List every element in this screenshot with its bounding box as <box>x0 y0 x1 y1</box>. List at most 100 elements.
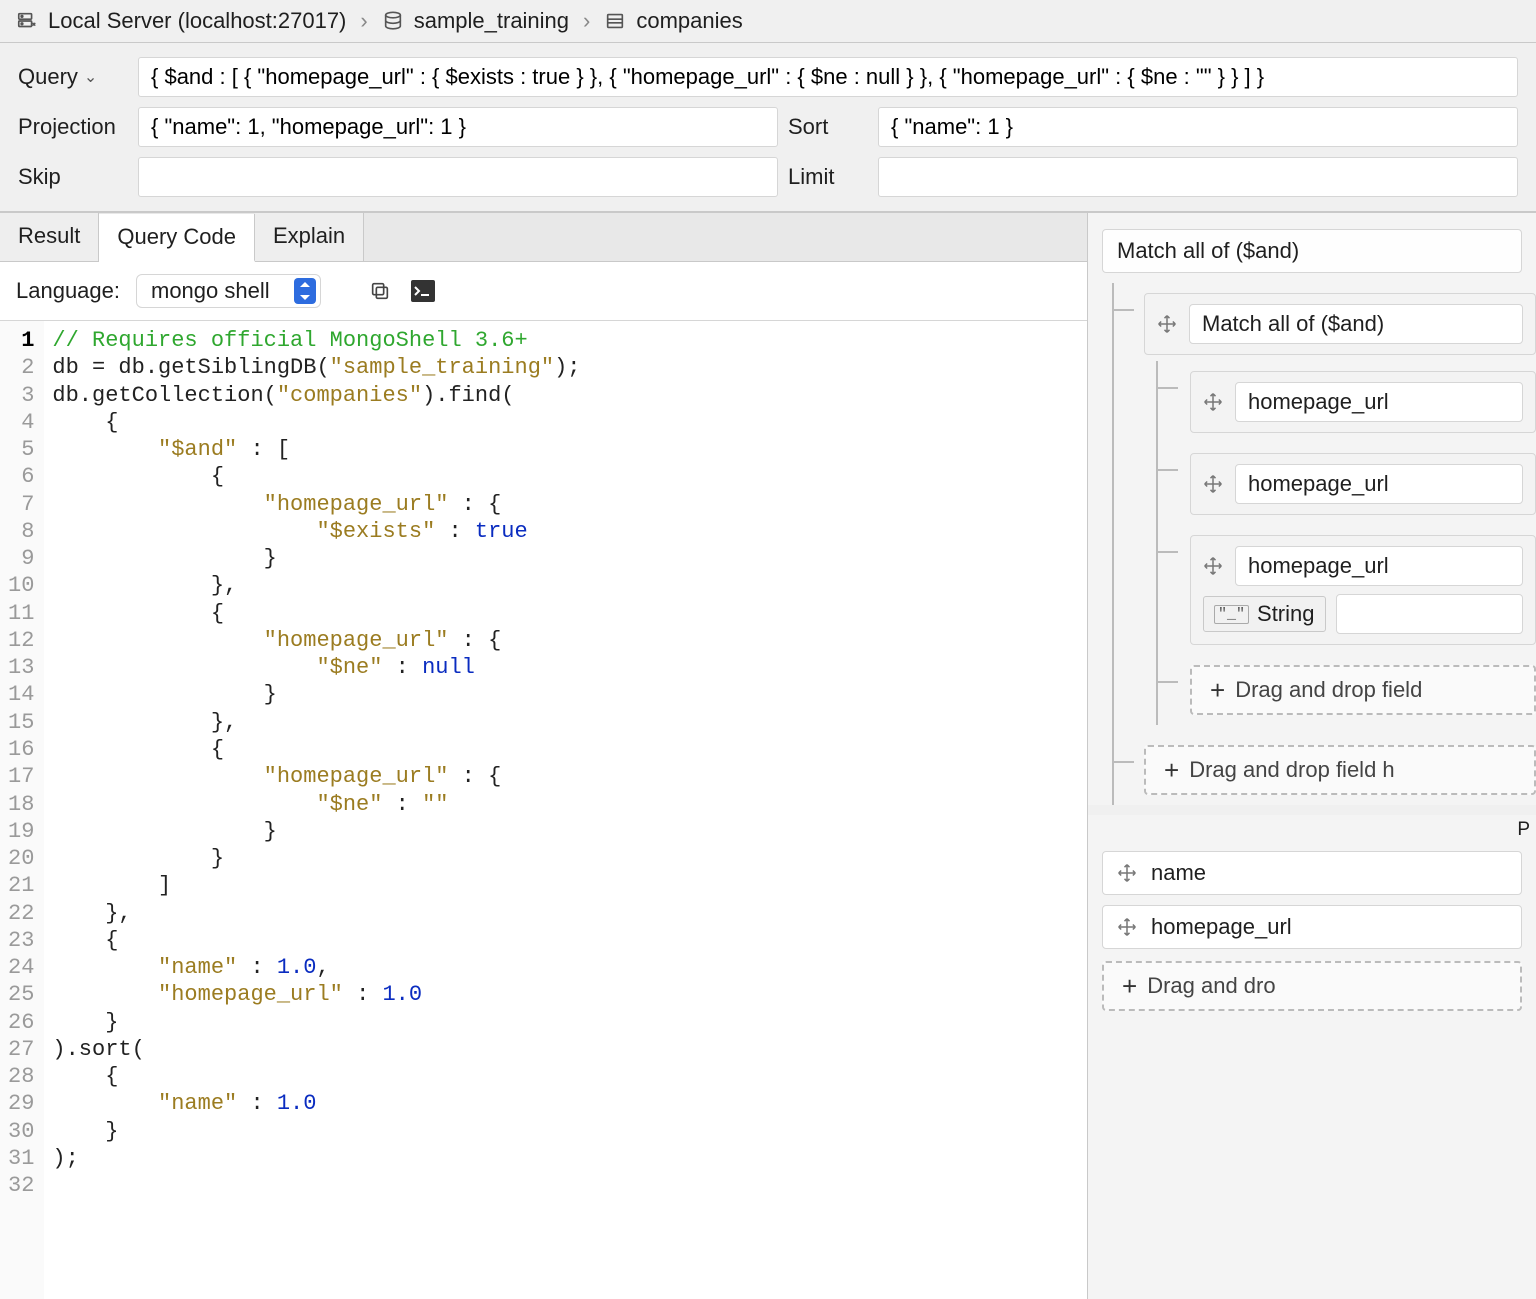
code-line[interactable]: } <box>52 681 580 708</box>
field-name[interactable]: homepage_url <box>1235 464 1523 504</box>
gutter-line: 28 <box>8 1063 34 1090</box>
language-select[interactable]: mongo shell <box>136 274 321 308</box>
language-label: Language: <box>16 278 120 304</box>
projection-input[interactable] <box>138 107 778 147</box>
projection-field-row[interactable]: homepage_url <box>1102 905 1522 949</box>
drop-zone-inner[interactable]: + Drag and drop field <box>1190 665 1536 715</box>
code-line[interactable]: { <box>52 463 580 490</box>
breadcrumb-server[interactable]: Local Server (localhost:27017) <box>48 8 346 34</box>
code-line[interactable]: "homepage_url" : { <box>52 627 580 654</box>
code-line[interactable]: } <box>52 818 580 845</box>
string-type-icon: "_" <box>1214 605 1249 624</box>
code-line[interactable]: "$ne" : null <box>52 654 580 681</box>
code-line[interactable]: }, <box>52 709 580 736</box>
move-icon[interactable] <box>1203 556 1223 576</box>
move-icon[interactable] <box>1157 314 1177 334</box>
drop-zone-outer[interactable]: + Drag and drop field h <box>1144 745 1536 795</box>
move-icon[interactable] <box>1117 863 1137 883</box>
plus-icon: + <box>1164 757 1179 783</box>
gutter-line: 22 <box>8 900 34 927</box>
value-input-placeholder[interactable] <box>1336 594 1524 634</box>
language-row: Language: mongo shell <box>0 262 1087 321</box>
code-editor[interactable]: 1234567891011121314151617181920212223242… <box>0 321 1087 1299</box>
code-line[interactable]: "homepage_url" : { <box>52 491 580 518</box>
limit-input[interactable] <box>878 157 1518 197</box>
sort-label: Sort <box>788 107 868 147</box>
chevron-down-icon[interactable]: ⌄ <box>84 67 97 87</box>
code-line[interactable]: } <box>52 845 580 872</box>
builder-drop-inner-wrap: + Drag and drop field <box>1170 655 1536 725</box>
gutter-line: 14 <box>8 681 34 708</box>
code-line[interactable]: "$and" : [ <box>52 436 580 463</box>
code-line[interactable]: { <box>52 1063 580 1090</box>
terminal-icon[interactable] <box>409 278 437 304</box>
code-line[interactable]: // Requires official MongoShell 3.6+ <box>52 327 580 354</box>
code-line[interactable]: ); <box>52 1145 580 1172</box>
code-line[interactable]: }, <box>52 900 580 927</box>
builder-field-node: homepage_url <box>1170 443 1536 525</box>
gutter-line: 2 <box>8 354 34 381</box>
code-line[interactable]: } <box>52 1118 580 1145</box>
builder-tree: Match all of ($and) homepage_url <box>1102 283 1536 805</box>
breadcrumb-database[interactable]: sample_training <box>414 8 569 34</box>
breadcrumb-collection[interactable]: companies <box>636 8 742 34</box>
tab-result[interactable]: Result <box>0 213 99 261</box>
code-line[interactable]: }, <box>52 572 580 599</box>
gutter-line: 24 <box>8 954 34 981</box>
gutter-line: 29 <box>8 1090 34 1117</box>
code-line[interactable]: } <box>52 1009 580 1036</box>
code-line[interactable]: ] <box>52 872 580 899</box>
builder-root-and[interactable]: Match all of ($and) <box>1102 229 1522 273</box>
editor-code[interactable]: // Requires official MongoShell 3.6+db =… <box>44 321 588 1299</box>
and-node-box: Match all of ($and) <box>1144 293 1536 355</box>
skip-input[interactable] <box>138 157 778 197</box>
gutter-line: 21 <box>8 872 34 899</box>
code-line[interactable]: db.getCollection("companies").find( <box>52 382 580 409</box>
code-line[interactable]: ).sort( <box>52 1036 580 1063</box>
gutter-line: 3 <box>8 382 34 409</box>
code-line[interactable]: "$ne" : "" <box>52 791 580 818</box>
gutter-line: 9 <box>8 545 34 572</box>
code-line[interactable]: "homepage_url" : { <box>52 763 580 790</box>
code-line[interactable]: { <box>52 736 580 763</box>
code-line[interactable]: } <box>52 545 580 572</box>
move-icon[interactable] <box>1117 917 1137 937</box>
breadcrumb: Local Server (localhost:27017) › sample_… <box>0 0 1536 43</box>
copy-icon[interactable] <box>367 278 393 304</box>
gutter-line: 17 <box>8 763 34 790</box>
field-name[interactable]: homepage_url <box>1235 546 1523 586</box>
builder-and-node: Match all of ($and) homepage_url <box>1124 283 1536 735</box>
limit-label: Limit <box>788 157 868 197</box>
code-line[interactable] <box>52 1172 580 1199</box>
gutter-line: 20 <box>8 845 34 872</box>
tab-explain[interactable]: Explain <box>255 213 364 261</box>
code-line[interactable]: "name" : 1.0 <box>52 1090 580 1117</box>
skip-label: Skip <box>18 157 128 197</box>
gutter-line: 25 <box>8 981 34 1008</box>
projection-label: Projection <box>18 107 128 147</box>
code-line[interactable]: "$exists" : true <box>52 518 580 545</box>
code-line[interactable]: "homepage_url" : 1.0 <box>52 981 580 1008</box>
content-split: Result Query Code Explain Language: mong… <box>0 212 1536 1299</box>
move-icon[interactable] <box>1203 474 1223 494</box>
projection-field-row[interactable]: name <box>1102 851 1522 895</box>
drop-zone-projection[interactable]: + Drag and dro <box>1102 961 1522 1011</box>
sort-input[interactable] <box>878 107 1518 147</box>
query-form: Query ⌄ Projection Sort Skip Limit <box>0 43 1536 212</box>
code-line[interactable]: { <box>52 927 580 954</box>
code-line[interactable]: "name" : 1.0, <box>52 954 580 981</box>
visual-builder-panel: Match all of ($and) Match all of ($and) <box>1088 213 1536 1299</box>
gutter-line: 5 <box>8 436 34 463</box>
and-node-label[interactable]: Match all of ($and) <box>1189 304 1523 344</box>
type-badge[interactable]: "_" String <box>1203 596 1326 632</box>
tab-query-code[interactable]: Query Code <box>99 214 255 262</box>
move-icon[interactable] <box>1203 392 1223 412</box>
gutter-line: 19 <box>8 818 34 845</box>
code-line[interactable]: db = db.getSiblingDB("sample_training"); <box>52 354 580 381</box>
query-input[interactable] <box>138 57 1518 97</box>
code-line[interactable]: { <box>52 409 580 436</box>
code-line[interactable]: { <box>52 600 580 627</box>
gutter-line: 31 <box>8 1145 34 1172</box>
field-name[interactable]: homepage_url <box>1235 382 1523 422</box>
gutter-line: 16 <box>8 736 34 763</box>
